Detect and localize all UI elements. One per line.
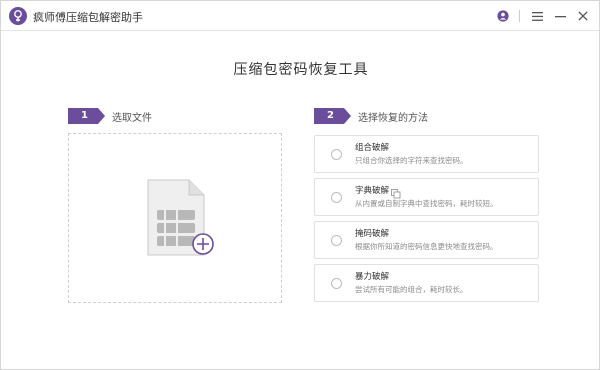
radio-button[interactable] xyxy=(331,149,342,160)
minimize-icon[interactable] xyxy=(550,6,570,26)
archive-file-add-icon[interactable] xyxy=(147,179,217,263)
radio-button[interactable] xyxy=(331,192,342,203)
step-1-badge: 1 xyxy=(68,108,105,124)
step-2-header: 2 选择恢复的方法 xyxy=(314,108,428,124)
step-2-label: 选择恢复的方法 xyxy=(358,112,428,124)
step-1-label: 选取文件 xyxy=(112,112,152,124)
method-title: 暴力破解 xyxy=(355,272,390,282)
radio-button[interactable] xyxy=(331,235,342,246)
method-title: 字典破解 xyxy=(355,186,390,196)
method-option-brute-force[interactable]: 暴力破解 尝试所有可能的组合，耗时较长。 xyxy=(314,264,539,302)
app-window: 疯师傅压缩包解密助手 压缩包密码恢复工具 1 选取文件 2 选择恢复的方法 组合… xyxy=(0,0,600,370)
step-2-badge: 2 xyxy=(314,108,351,124)
method-description: 根据你所知道的密码信息更快地查找密码。 xyxy=(355,242,498,251)
menu-icon[interactable] xyxy=(527,6,547,26)
method-option-combination[interactable]: 组合破解 只组合你选择的字符来查找密码。 xyxy=(314,135,539,173)
file-drop-zone[interactable] xyxy=(68,133,282,303)
radio-button[interactable] xyxy=(331,278,342,289)
method-title: 掩码破解 xyxy=(355,229,390,239)
title-bar-divider xyxy=(519,10,520,22)
user-icon[interactable] xyxy=(493,6,513,26)
title-bar: 疯师傅压缩包解密助手 xyxy=(1,1,599,31)
method-description: 尝试所有可能的组合，耗时较长。 xyxy=(355,285,468,294)
page-title: 压缩包密码恢复工具 xyxy=(233,62,369,78)
app-logo-icon xyxy=(9,7,27,25)
title-bar-controls xyxy=(490,5,593,27)
close-icon[interactable] xyxy=(573,6,593,26)
method-option-dictionary[interactable]: 字典破解 从内置或自制字典中查找密码，耗时较短。 xyxy=(314,178,539,216)
window-title: 疯师傅压缩包解密助手 xyxy=(33,11,143,24)
method-title: 组合破解 xyxy=(355,143,390,153)
copy-icon[interactable] xyxy=(391,184,401,199)
method-description: 只组合你选择的字符来查找密码。 xyxy=(355,156,468,165)
method-option-mask[interactable]: 掩码破解 根据你所知道的密码信息更快地查找密码。 xyxy=(314,221,539,259)
method-description: 从内置或自制字典中查找密码，耗时较短。 xyxy=(355,199,498,208)
step-1-header: 1 选取文件 xyxy=(68,108,152,124)
